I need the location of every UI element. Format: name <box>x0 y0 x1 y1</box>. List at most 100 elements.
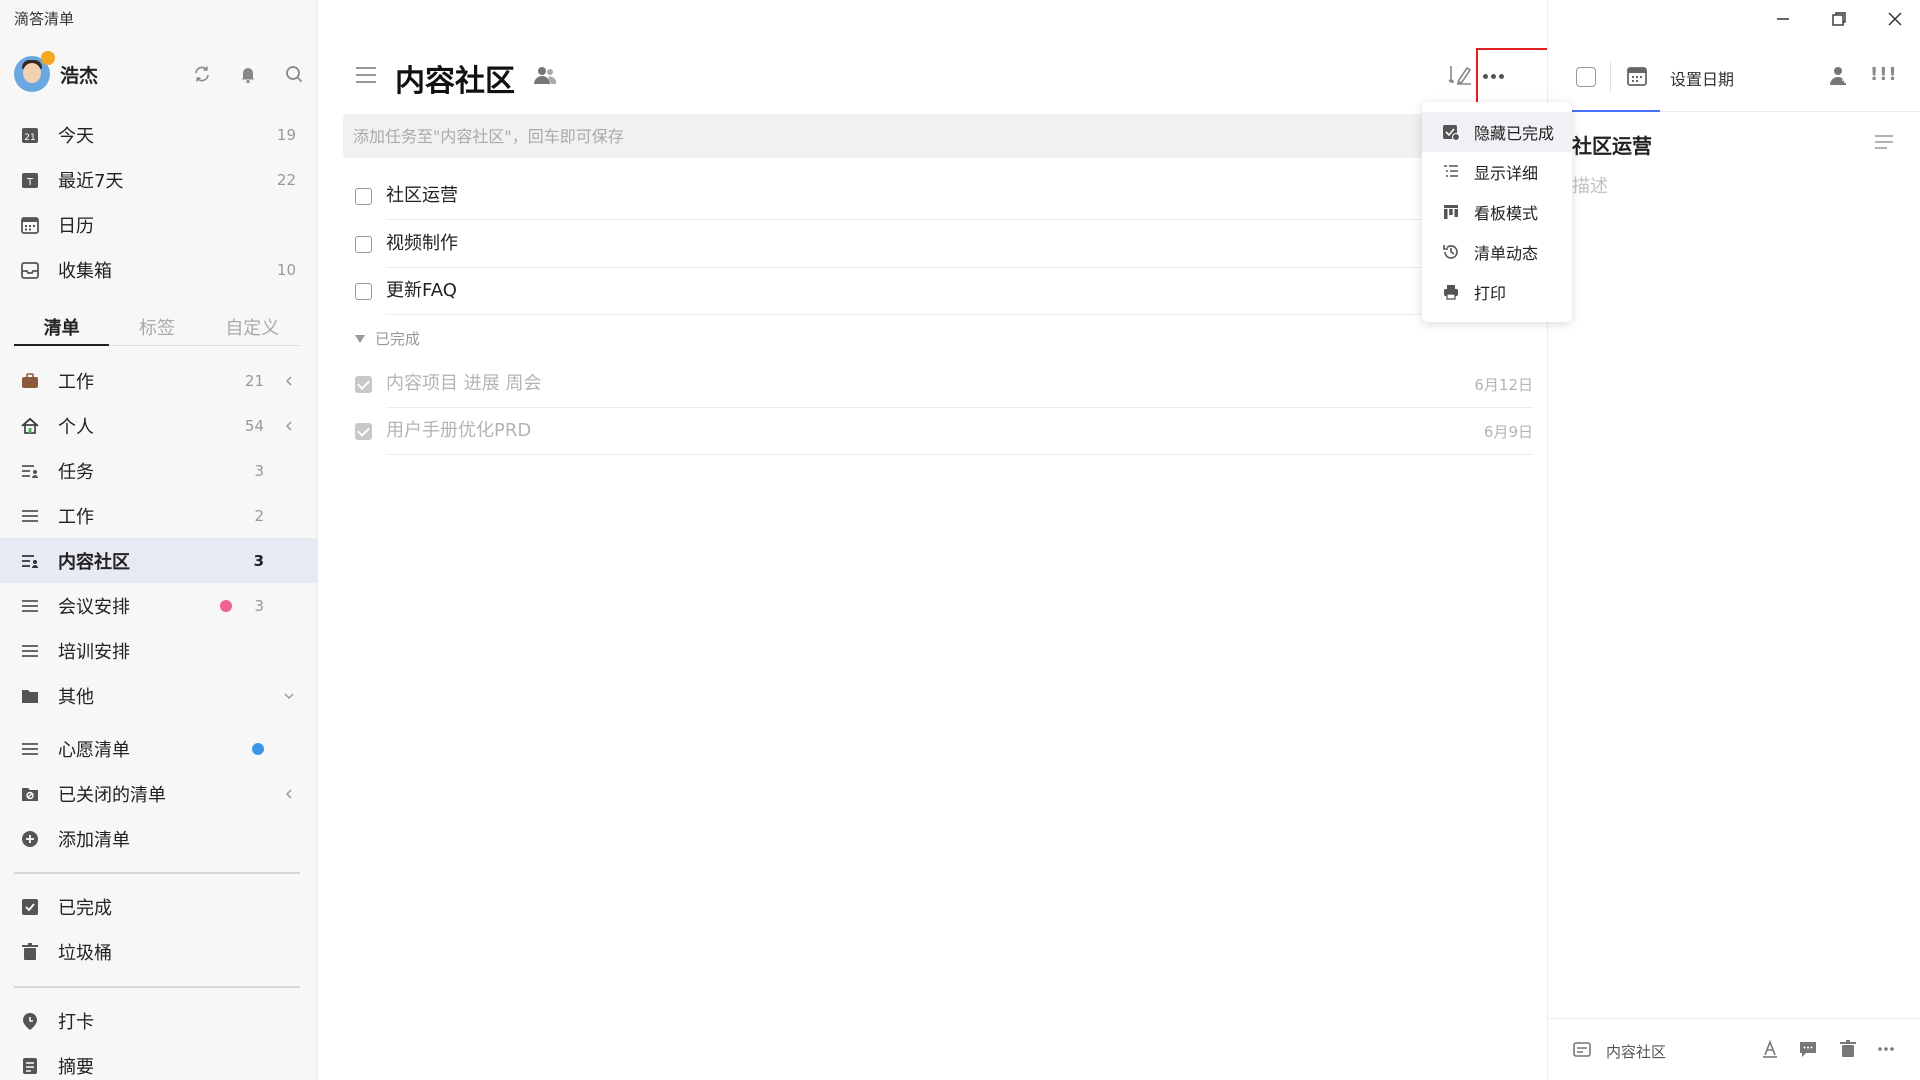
print-icon <box>1444 285 1458 300</box>
chevron-left-icon[interactable] <box>282 419 296 433</box>
sidebar-item-work-folder[interactable]: 工作 21 <box>0 358 318 403</box>
trash-icon[interactable] <box>1838 1039 1858 1059</box>
list-icon <box>20 506 40 526</box>
sidebar-item-work[interactable]: 工作 2 <box>0 493 318 538</box>
divider <box>1610 62 1611 92</box>
list-icon <box>20 596 40 616</box>
task-checkbox[interactable] <box>355 235 372 253</box>
add-task-input[interactable] <box>343 114 1533 158</box>
shared-members-icon[interactable] <box>533 64 557 86</box>
habit-pin-icon <box>20 1011 40 1031</box>
description-field[interactable]: 描述 <box>1572 172 1608 198</box>
list-icon <box>20 739 40 759</box>
task-list-name[interactable]: 内容社区 <box>1606 1041 1666 1062</box>
text-align-icon[interactable] <box>1874 134 1894 150</box>
set-date-button[interactable]: 设置日期 <box>1670 66 1734 90</box>
avatar[interactable] <box>14 51 55 92</box>
calendar-today-icon: 21 <box>20 125 40 145</box>
completed-task-row[interactable]: 内容项目 进展 周会 6月12日 <box>355 360 1533 408</box>
task-checkbox-checked[interactable] <box>355 375 372 393</box>
chevron-left-icon[interactable] <box>282 374 296 388</box>
task-checkbox[interactable] <box>355 282 372 300</box>
chevron-down-icon[interactable] <box>282 689 296 703</box>
completed-task-row[interactable]: 用户手册优化PRD 6月9日 <box>355 407 1533 455</box>
priority-button[interactable]: !!! <box>1870 64 1898 85</box>
task-checkbox-checked[interactable] <box>355 422 372 440</box>
svg-text:21: 21 <box>24 133 35 143</box>
detail-task-checkbox[interactable] <box>1576 67 1596 87</box>
bell-icon[interactable] <box>238 64 258 84</box>
sidebar-item-content-community[interactable]: 内容社区 3 <box>0 538 318 583</box>
menu-item-hide-completed[interactable]: 隐藏已完成 <box>1422 112 1572 152</box>
app-title: 滴答清单 <box>14 10 75 28</box>
sidebar-item-personal-folder[interactable]: 个人 54 <box>0 403 318 448</box>
nav-item-trash[interactable]: 垃圾桶 <box>0 929 318 974</box>
sidebar-item-wishlist[interactable]: 心愿清单 <box>0 726 318 771</box>
inbox-icon <box>20 260 40 280</box>
sidebar-item-other-folder[interactable]: 其他 <box>0 673 318 718</box>
detail-footer: 内容社区 <box>1548 1018 1920 1080</box>
sidebar-item-training[interactable]: 培训安排 <box>0 628 318 673</box>
summary-icon <box>20 1056 40 1076</box>
sidebar-item-meetings[interactable]: 会议安排 3 <box>0 583 318 628</box>
comment-icon[interactable] <box>1798 1039 1818 1059</box>
add-list-button[interactable]: 添加清单 <box>0 816 318 861</box>
close-icon[interactable] <box>1884 8 1906 30</box>
task-title[interactable]: 内容项目 进展 周会 <box>386 360 1533 408</box>
divider <box>14 872 300 874</box>
task-row[interactable]: 视频制作 <box>355 220 1533 268</box>
detail-task-title[interactable]: 社区运营 <box>1572 130 1652 159</box>
task-row[interactable]: 更新FAQ <box>355 267 1533 315</box>
task-title[interactable]: 用户手册优化PRD <box>386 407 1533 455</box>
chevron-left-icon[interactable] <box>282 787 296 801</box>
nav-item-habit[interactable]: 打卡 <box>0 998 318 1043</box>
user-row: 浩杰 <box>14 51 304 94</box>
archived-folder-icon <box>20 784 40 804</box>
text-format-icon[interactable] <box>1760 1039 1780 1059</box>
tab-tags[interactable]: 标签 <box>109 310 204 345</box>
menu-item-show-details[interactable]: 显示详细 <box>1422 152 1572 192</box>
completed-section-toggle[interactable]: 已完成 <box>355 328 420 349</box>
crown-badge-icon <box>41 51 55 65</box>
tab-custom[interactable]: 自定义 <box>205 310 300 345</box>
sidebar-tabs: 清单 标签 自定义 <box>14 310 300 346</box>
detail-pane: 设置日期 !!! 社区运营 描述 内容社区 <box>1547 0 1920 1080</box>
nav-item-calendar[interactable]: 日历 <box>0 202 318 247</box>
sort-edit-icon[interactable] <box>1447 62 1473 88</box>
task-date: 6月12日 <box>1474 375 1533 394</box>
sidebar-item-tasks[interactable]: 任务 3 <box>0 448 318 493</box>
sync-icon[interactable] <box>192 64 212 84</box>
restore-icon[interactable] <box>1828 8 1850 30</box>
nav-item-today[interactable]: 21 今天 19 <box>0 112 318 157</box>
checkbox-checked-icon <box>20 897 40 917</box>
task-row[interactable]: 社区运营 <box>355 172 1533 220</box>
sidebar: 滴答清单 浩杰 21 今天 19 T 最近7天 22 日历 收集箱 10 清单 … <box>0 0 318 1080</box>
task-title[interactable]: 社区运营 <box>386 172 1533 220</box>
sidebar-item-closed-lists[interactable]: 已关闭的清单 <box>0 771 318 816</box>
calendar-icon[interactable] <box>1626 65 1648 87</box>
nav-item-summary[interactable]: 摘要 <box>0 1043 318 1080</box>
triangle-down-icon <box>355 334 365 343</box>
activity-icon <box>1443 245 1458 259</box>
detail-toolbar: 设置日期 !!! <box>1548 50 1920 112</box>
user-name[interactable]: 浩杰 <box>60 61 192 88</box>
menu-item-print[interactable]: 打印 <box>1422 272 1572 312</box>
tab-lists[interactable]: 清单 <box>14 310 110 346</box>
search-icon[interactable] <box>284 64 304 84</box>
user-lists: 工作 21 个人 54 任务 3 工作 2 内容社区 3 会议安排 3 培训安排… <box>0 358 318 861</box>
task-title[interactable]: 视频制作 <box>386 220 1533 268</box>
bottom-nav: 已完成 垃圾桶 <box>0 884 318 974</box>
assignee-icon[interactable] <box>1828 65 1850 87</box>
nav-item-completed[interactable]: 已完成 <box>0 884 318 929</box>
nav-item-inbox[interactable]: 收集箱 10 <box>0 247 318 292</box>
more-horizontal-icon[interactable] <box>1876 1039 1896 1059</box>
minimize-icon[interactable] <box>1772 8 1794 30</box>
hamburger-menu-icon[interactable] <box>355 66 377 84</box>
menu-item-kanban[interactable]: 看板模式 <box>1422 192 1572 232</box>
task-title[interactable]: 更新FAQ <box>386 267 1533 315</box>
menu-item-activity[interactable]: 清单动态 <box>1422 232 1572 272</box>
hide-completed-icon <box>1443 125 1460 141</box>
nav-item-next7days[interactable]: T 最近7天 22 <box>0 157 318 202</box>
move-list-icon[interactable] <box>1572 1039 1592 1059</box>
task-checkbox[interactable] <box>355 187 372 205</box>
